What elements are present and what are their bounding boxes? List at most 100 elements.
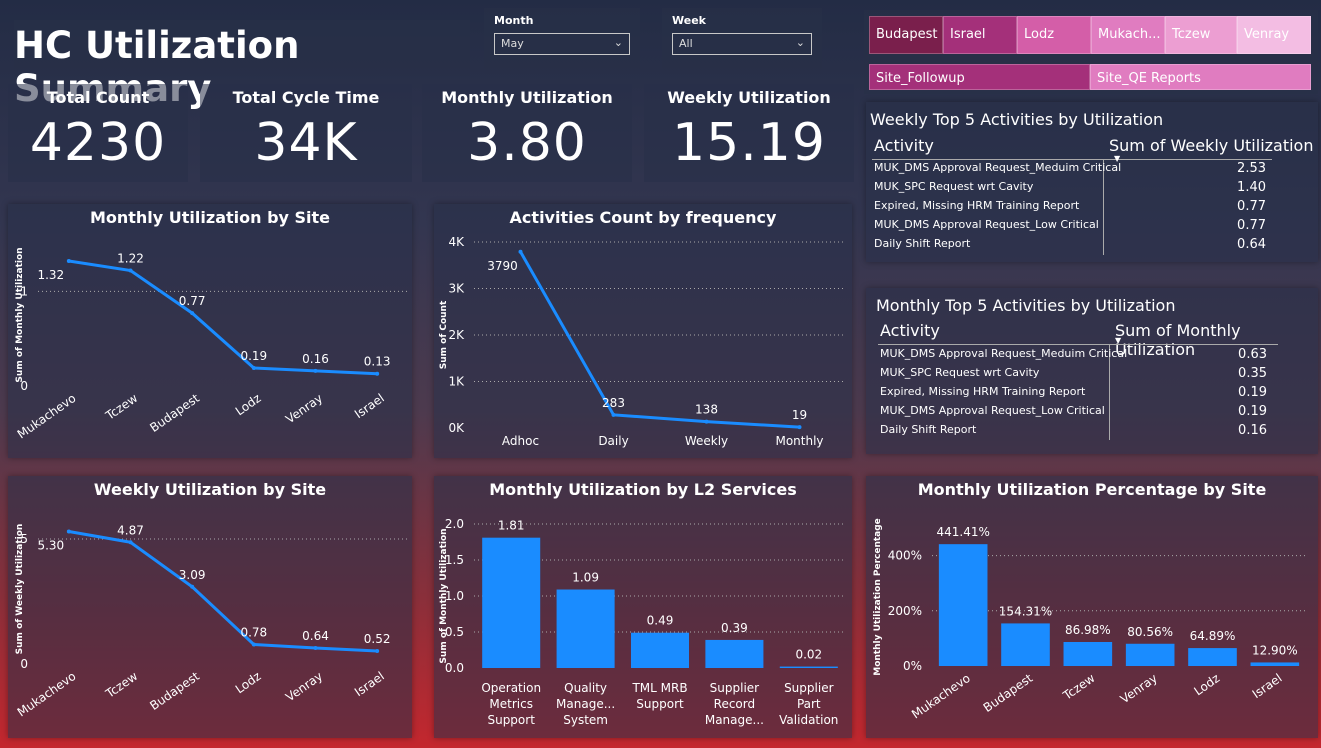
table-row-value: 0.64 [1237, 237, 1266, 252]
data-point [313, 646, 318, 650]
data-point [375, 371, 380, 376]
x-tick-label: Operation [481, 681, 541, 695]
data-label: 0.19 [240, 349, 267, 363]
data-point [518, 249, 523, 254]
series-line [519, 251, 800, 429]
table-row-value: 0.16 [1238, 423, 1267, 438]
x-tick-label: Venray [1118, 671, 1160, 706]
data-label: 0.64 [302, 629, 329, 643]
y-tick-label: 0K [448, 421, 465, 435]
chart-monthly-utilization-pct-by-site: Monthly Utilization Percentage by Site Mo… [866, 476, 1318, 738]
data-label: 1.22 [117, 252, 144, 266]
data-point [66, 259, 71, 264]
x-tick-label: Part [797, 697, 821, 711]
month-dropdown[interactable]: May ⌄ [494, 33, 630, 55]
x-tick-label: Metrics [489, 697, 533, 711]
table-row-activity: Expired, Missing HRM Training Report [880, 385, 1086, 398]
data-label: 12.90% [1252, 643, 1298, 657]
chip-site-qe-reports[interactable]: Site_QE Reports [1090, 64, 1311, 90]
chart-svg: Sum of Weekly Utilization05 5.304.873.090… [15, 523, 408, 720]
chart-svg: Monthly Utilization Percentage 0% 200% 400%… [873, 518, 1306, 722]
chip-venray[interactable]: Venray [1237, 16, 1311, 54]
data-label: 0.52 [364, 632, 391, 646]
kpi-value: 34K [254, 113, 358, 173]
x-tick-label: Mukachevo [909, 671, 973, 722]
table-row-value: 0.19 [1238, 404, 1267, 419]
y-tick-label: 5 [20, 532, 28, 546]
x-tick-label: Adhoc [502, 434, 539, 448]
chip-tczew[interactable]: Tczew [1165, 16, 1237, 54]
x-tick-label: Supplier [710, 681, 760, 695]
chip-site-followup[interactable]: Site_Followup [869, 64, 1090, 90]
table-row-value: 0.19 [1238, 385, 1267, 400]
column-header[interactable]: Activity [874, 136, 934, 155]
data-point [190, 311, 195, 316]
x-tick-label: Tczew [102, 669, 140, 701]
x-tick-label: Israel [352, 391, 387, 421]
y-tick-label: 4K [448, 235, 465, 249]
y-tick-label: 3K [448, 282, 465, 296]
table-row-value: 1.40 [1237, 180, 1266, 195]
data-label: 0.02 [795, 648, 822, 662]
x-tick-label: Venray [283, 391, 325, 426]
month-slicer[interactable]: Month May ⌄ [484, 8, 640, 74]
chip-lodz[interactable]: Lodz [1017, 16, 1091, 54]
data-label: 0.13 [364, 355, 391, 369]
week-dropdown[interactable]: All ⌄ [672, 33, 812, 55]
x-tick-label: Budapest [147, 669, 202, 713]
week-label: Week [672, 14, 706, 27]
bar [556, 589, 615, 668]
chart-svg: Sum of Count0K1K2K3K4K3790283 138 19Adhoc D… [439, 235, 846, 448]
data-label: 19 [792, 408, 807, 422]
x-tick-label: Israel [352, 669, 387, 699]
x-tick-label: Mukachevo [15, 391, 79, 442]
data-point [128, 268, 133, 273]
x-tick-label: Validation [779, 713, 838, 727]
data-label: 4.87 [117, 523, 144, 537]
data-label: 1.09 [572, 571, 599, 585]
week-slicer[interactable]: Week All ⌄ [662, 8, 822, 74]
y-tick-label: 400% [888, 549, 922, 563]
data-label: 0.77 [179, 294, 206, 308]
bar [482, 537, 541, 668]
bar [779, 666, 838, 668]
table-row-value: 2.53 [1237, 161, 1266, 176]
data-label: 1.32 [37, 268, 64, 282]
x-tick-label: Support [487, 713, 535, 727]
kpi-value: 3.80 [467, 113, 587, 173]
kpi-total-cycle-time: Total Cycle Time 34K [200, 84, 412, 182]
data-label: 64.89% [1190, 629, 1236, 643]
y-axis-label: Sum of Monthly Utilization [15, 247, 25, 382]
kpi-value: 4230 [29, 113, 167, 173]
table-row-value: 0.77 [1237, 218, 1266, 233]
y-tick-label: 2.0 [445, 517, 464, 531]
y-tick-label: 0% [903, 659, 922, 673]
data-label: 3790 [487, 259, 518, 273]
column-header[interactable]: Activity [880, 321, 940, 340]
kpi-label: Monthly Utilization [441, 88, 613, 107]
data-label: 80.56% [1127, 625, 1173, 639]
data-point [704, 419, 709, 424]
data-label: 0.49 [647, 614, 674, 628]
chip-mukachevo[interactable]: Mukach... [1091, 16, 1165, 54]
chart-monthly-utilization-by-l2: Monthly Utilization by L2 Services Sum of… [434, 476, 852, 738]
data-label: 138 [695, 403, 718, 417]
x-tick-label: Lodz [233, 391, 264, 418]
chip-israel[interactable]: Israel [943, 16, 1017, 54]
table-row-value: 0.77 [1237, 199, 1266, 214]
kpi-value: 15.19 [672, 113, 826, 173]
x-tick-label: Tczew [1060, 671, 1098, 703]
x-tick-label: Monthly [775, 434, 823, 448]
data-point [313, 368, 318, 373]
chip-budapest[interactable]: Budapest [869, 16, 943, 54]
chart-monthly-utilization-by-site: Monthly Utilization by Site Sum of Monthl… [8, 204, 412, 458]
table-row-activity: MUK_SPC Request wrt Cavity [880, 366, 1040, 379]
x-tick-label: Budapest [981, 671, 1036, 715]
y-tick-label: 0 [20, 657, 28, 671]
data-point [251, 642, 256, 647]
table-row-value: 0.63 [1238, 347, 1267, 362]
data-label: 86.98% [1065, 623, 1111, 637]
column-header[interactable]: Sum of Weekly Utilization [1109, 136, 1313, 155]
sort-desc-icon: ▼ [1115, 336, 1122, 345]
y-tick-label: 200% [888, 604, 922, 618]
